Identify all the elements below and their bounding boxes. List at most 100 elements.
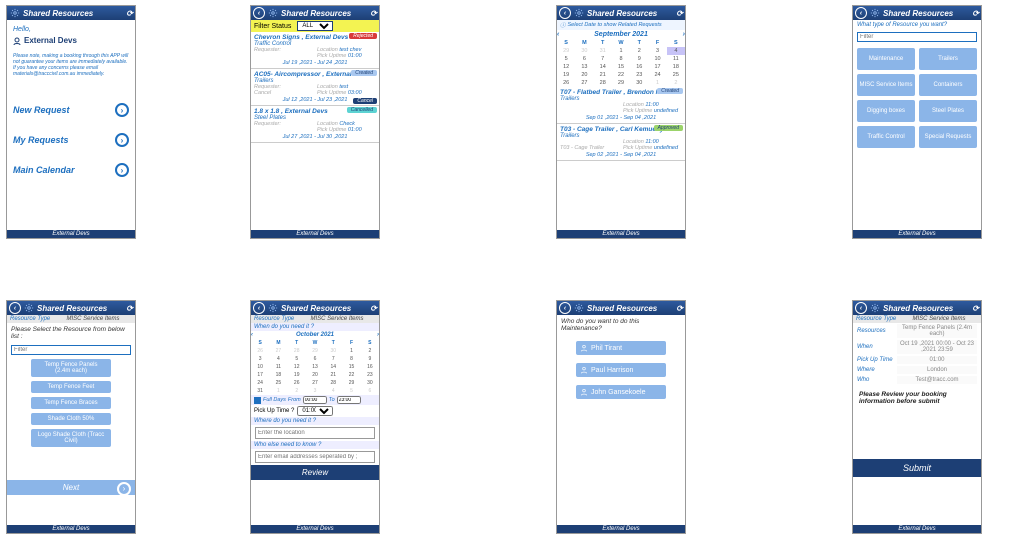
- calendar-day[interactable]: 27: [306, 379, 324, 387]
- calendar-day[interactable]: 14: [594, 63, 612, 71]
- refresh-icon[interactable]: ⟳: [126, 304, 133, 313]
- calendar-day[interactable]: 26: [288, 379, 306, 387]
- nav-my-requests[interactable]: My Requests›: [13, 133, 129, 147]
- calendar-day[interactable]: 31: [594, 47, 612, 55]
- back-button[interactable]: ‹: [9, 302, 21, 314]
- resource-type-button[interactable]: Traffic Control: [857, 126, 915, 148]
- calendar-day[interactable]: 24: [251, 379, 269, 387]
- calendar-day[interactable]: 29: [612, 79, 630, 87]
- back-button[interactable]: ‹: [253, 7, 265, 19]
- full-days-checkbox[interactable]: [254, 397, 261, 404]
- calendar-day[interactable]: 27: [269, 347, 287, 355]
- user-option[interactable]: John Gansekoele: [576, 385, 666, 399]
- calendar-day[interactable]: 3: [648, 47, 666, 55]
- submit-button[interactable]: Submit: [853, 459, 981, 477]
- calendar-day[interactable]: 25: [269, 379, 287, 387]
- prev-month[interactable]: ‹: [251, 332, 253, 338]
- calendar-day[interactable]: 11: [667, 55, 685, 63]
- calendar-day[interactable]: 2: [667, 79, 685, 87]
- request-card[interactable]: AC05- Aircompressor , External Devs Crea…: [251, 69, 379, 106]
- calendar-day[interactable]: 1: [269, 387, 287, 395]
- resource-item-button[interactable]: Shade Cloth 50%: [31, 413, 111, 425]
- prev-month[interactable]: ‹: [557, 31, 559, 38]
- next-button[interactable]: Next›: [7, 480, 135, 495]
- calendar-day[interactable]: 15: [342, 363, 360, 371]
- from-time-input[interactable]: [303, 396, 327, 404]
- calendar-day[interactable]: 28: [594, 79, 612, 87]
- calendar-day[interactable]: 3: [251, 355, 269, 363]
- user-option[interactable]: Phil Tirant: [576, 341, 666, 355]
- nav-new-request[interactable]: New Request›: [13, 103, 129, 117]
- pickup-time-select[interactable]: 01:00: [297, 406, 333, 416]
- user-option[interactable]: Paul Harrison: [576, 363, 666, 377]
- calendar-day[interactable]: 9: [630, 55, 648, 63]
- resource-type-button[interactable]: MISC Service Items: [857, 74, 915, 96]
- cancel-button[interactable]: Cancel: [353, 98, 377, 104]
- calendar-day[interactable]: 12: [557, 63, 575, 71]
- calendar-day[interactable]: 21: [324, 371, 342, 379]
- calendar-day[interactable]: 5: [557, 55, 575, 63]
- resource-type-button[interactable]: Steel Plates: [919, 100, 977, 122]
- calendar-day[interactable]: 26: [251, 347, 269, 355]
- calendar-day[interactable]: 20: [306, 371, 324, 379]
- calendar-day[interactable]: 6: [361, 387, 379, 395]
- request-card[interactable]: T07 - Flatbed Trailer , Brendon Mulder C…: [557, 87, 685, 124]
- request-card[interactable]: Chevron Signs , External Devs Rejected T…: [251, 32, 379, 69]
- filter-status-select[interactable]: ALL: [297, 21, 333, 31]
- calendar-day[interactable]: 8: [342, 355, 360, 363]
- resource-item-button[interactable]: Temp Fence Braces: [31, 397, 111, 409]
- calendar-day[interactable]: 1: [648, 79, 666, 87]
- calendar-day[interactable]: 16: [361, 363, 379, 371]
- calendar-day[interactable]: 23: [361, 371, 379, 379]
- calendar-day[interactable]: 14: [324, 363, 342, 371]
- resource-filter-input[interactable]: [11, 345, 131, 355]
- calendar-day[interactable]: 3: [306, 387, 324, 395]
- request-card[interactable]: T03 - Cage Trailer , Carl Kemueny Approv…: [557, 124, 685, 161]
- to-time-input[interactable]: [337, 396, 361, 404]
- calendar-day[interactable]: 8: [612, 55, 630, 63]
- refresh-icon[interactable]: ⟳: [676, 9, 683, 18]
- calendar-day[interactable]: 15: [612, 63, 630, 71]
- resource-type-button[interactable]: Maintenance: [857, 48, 915, 70]
- calendar-day[interactable]: 19: [557, 71, 575, 79]
- calendar-day[interactable]: 2: [288, 387, 306, 395]
- calendar-day[interactable]: 16: [630, 63, 648, 71]
- calendar-day[interactable]: 10: [251, 363, 269, 371]
- calendar-day[interactable]: 18: [269, 371, 287, 379]
- calendar-day[interactable]: 20: [575, 71, 593, 79]
- calendar-day[interactable]: 23: [630, 71, 648, 79]
- resource-item-button[interactable]: Temp Fence Panels (2.4m each): [31, 359, 111, 377]
- calendar-day[interactable]: 5: [288, 355, 306, 363]
- calendar-day[interactable]: 9: [361, 355, 379, 363]
- calendar-day[interactable]: 2: [361, 347, 379, 355]
- refresh-icon[interactable]: ⟳: [126, 9, 133, 18]
- back-button[interactable]: ‹: [559, 302, 571, 314]
- nav-main-calendar[interactable]: Main Calendar›: [13, 163, 129, 177]
- calendar-day[interactable]: 2: [630, 47, 648, 55]
- calendar-day[interactable]: 4: [667, 47, 685, 55]
- next-month[interactable]: ›: [683, 31, 685, 38]
- calendar-day[interactable]: 11: [269, 363, 287, 371]
- review-button[interactable]: Review: [251, 465, 379, 480]
- calendar-day[interactable]: 13: [306, 363, 324, 371]
- calendar-day[interactable]: 30: [361, 379, 379, 387]
- calendar-day[interactable]: 7: [594, 55, 612, 63]
- calendar-day[interactable]: 13: [575, 63, 593, 71]
- calendar-day[interactable]: 30: [575, 47, 593, 55]
- back-button[interactable]: ‹: [855, 7, 867, 19]
- back-button[interactable]: ‹: [855, 302, 867, 314]
- calendar-day[interactable]: 24: [648, 71, 666, 79]
- calendar-day[interactable]: 31: [251, 387, 269, 395]
- resource-item-button[interactable]: Logo Shade Cloth (Tracc Civil): [31, 429, 111, 447]
- calendar-day[interactable]: 29: [306, 347, 324, 355]
- resource-item-button[interactable]: Temp Fence Feet: [31, 381, 111, 393]
- refresh-icon[interactable]: ⟳: [676, 304, 683, 313]
- refresh-icon[interactable]: ⟳: [972, 9, 979, 18]
- location-input[interactable]: [255, 427, 375, 439]
- calendar-day[interactable]: 6: [306, 355, 324, 363]
- calendar-day[interactable]: 28: [324, 379, 342, 387]
- calendar-day[interactable]: 17: [648, 63, 666, 71]
- calendar-day[interactable]: 22: [612, 71, 630, 79]
- calendar-day[interactable]: 29: [557, 47, 575, 55]
- calendar-day[interactable]: 28: [288, 347, 306, 355]
